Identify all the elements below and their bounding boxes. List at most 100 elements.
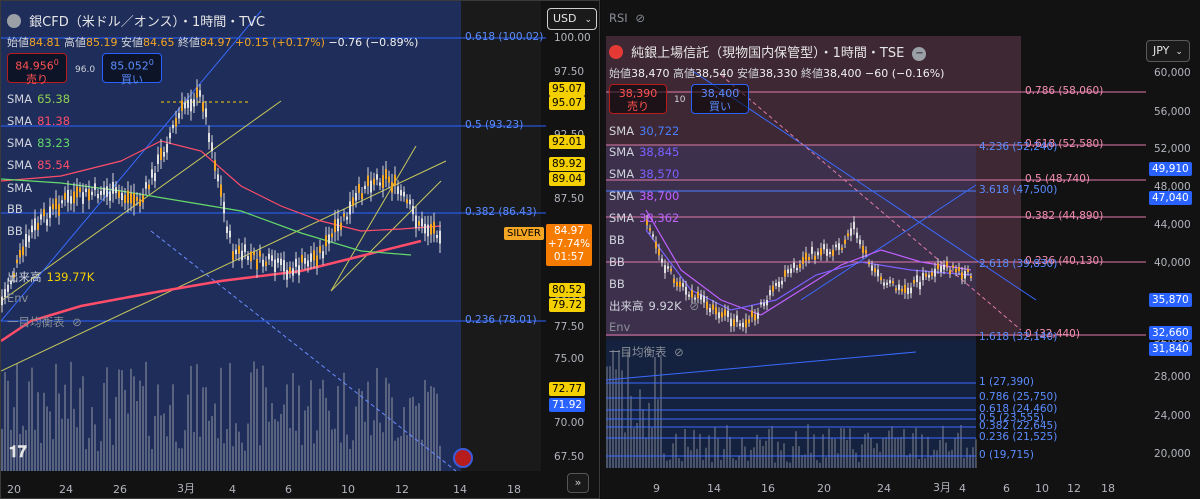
volume-bar xyxy=(666,460,668,468)
candle-body xyxy=(100,191,102,195)
sell-button[interactable]: 84.9560 売り xyxy=(7,53,67,86)
candle-body xyxy=(412,206,414,215)
indicator-row[interactable]: BB xyxy=(7,224,28,238)
candle-body xyxy=(226,226,228,233)
candle-body xyxy=(373,178,375,185)
time-tick-label: 6 xyxy=(1003,482,1010,495)
candle-body xyxy=(877,269,879,277)
rsi-legend[interactable]: RSI ⊘ xyxy=(609,11,645,25)
volume-bar xyxy=(394,440,396,471)
time-axis[interactable]: 9 14 16 20 24 3月 4 6 10 12 18 xyxy=(601,470,1146,499)
candle-body xyxy=(112,181,114,194)
volume-bar xyxy=(807,424,809,468)
volume-bar xyxy=(696,448,698,468)
volume-bar xyxy=(358,388,360,471)
candle-body xyxy=(913,280,915,284)
eye-hidden-icon[interactable]: ⊘ xyxy=(689,299,699,313)
candle-body xyxy=(127,190,129,204)
candle-body xyxy=(649,227,651,231)
indicator-row[interactable]: SMA 38,362 xyxy=(609,211,679,225)
volume-bar xyxy=(40,442,42,471)
fib-label: 2.618 (39,830) xyxy=(979,258,1058,270)
volume-bar xyxy=(157,384,159,471)
buy-button[interactable]: 85.0520 買い xyxy=(102,53,162,86)
eye-hidden-icon[interactable]: ⊘ xyxy=(674,345,684,359)
candle-body xyxy=(310,253,312,262)
indicator-row[interactable]: SMA 65.38 xyxy=(7,92,70,106)
env-legend[interactable]: Env xyxy=(7,291,28,305)
indicator-row[interactable]: SMA xyxy=(7,181,37,195)
indicator-row[interactable]: BB xyxy=(609,233,630,247)
silver-cfd-chart-panel[interactable]: 銀CFD（米ドル／オンス）・1時間・TVC 始値84.81 高値85.19 安値… xyxy=(0,0,600,499)
candle-body xyxy=(388,176,390,183)
candle-body xyxy=(94,183,96,190)
candle-body xyxy=(874,268,876,273)
candle-body xyxy=(682,283,684,287)
volume-bar xyxy=(972,447,974,468)
candle-body xyxy=(718,312,720,319)
price-tag: 95.07 xyxy=(549,82,586,96)
indicator-row[interactable]: SMA 30,722 xyxy=(609,124,679,138)
time-axis[interactable]: 20 24 26 3月 4 6 10 12 14 18 xyxy=(1,471,546,498)
indicator-row[interactable]: BB xyxy=(7,202,28,216)
minus-circle-icon[interactable]: − xyxy=(912,47,927,61)
indicator-row[interactable]: SMA 83.23 xyxy=(7,136,70,150)
volume-bar xyxy=(193,432,195,471)
volume-bar xyxy=(313,443,315,471)
indicator-row[interactable]: BB xyxy=(609,255,630,269)
volume-bar xyxy=(211,415,213,471)
ichimoku-legend[interactable]: 一目均衡表 ⊘ xyxy=(7,314,82,330)
volume-bar xyxy=(822,434,824,468)
price-tag: 80.52 xyxy=(549,283,586,297)
goto-realtime-button[interactable]: » xyxy=(567,473,589,493)
indicator-row[interactable]: SMA 38,700 xyxy=(609,189,679,203)
sell-button[interactable]: 38,390 売り xyxy=(609,84,667,114)
eye-hidden-icon[interactable]: ⊘ xyxy=(72,315,82,329)
volume-bar xyxy=(801,455,803,468)
indicator-name: SMA xyxy=(7,158,33,172)
env-legend[interactable]: Env xyxy=(609,320,630,334)
indicator-name: SMA xyxy=(609,211,635,225)
candle-body xyxy=(196,87,198,98)
indicator-name: SMA xyxy=(7,136,33,150)
candle-body xyxy=(865,250,867,254)
volume-bar xyxy=(58,393,60,471)
candle-body xyxy=(814,255,816,260)
volume-bar xyxy=(115,396,117,471)
volume-bar xyxy=(750,449,752,468)
indicator-name: SMA xyxy=(609,124,635,138)
ichimoku-legend[interactable]: 一目均衡表 ⊘ xyxy=(609,344,684,360)
tse-silver-chart-panel[interactable]: RSI ⊘ 純銀上場信託（現物国内保管型）・1時間・TSE − 始値38,470… xyxy=(601,0,1200,499)
candle-body xyxy=(328,234,330,244)
symbol-title[interactable]: 純銀上場信託（現物国内保管型）・1時間・TSE − xyxy=(609,42,927,61)
indicator-value: 85.54 xyxy=(37,158,71,172)
candle-body xyxy=(895,288,897,291)
volume-bar xyxy=(633,428,635,468)
candle-body xyxy=(298,265,300,276)
candle-body xyxy=(64,192,66,200)
volume-bar xyxy=(304,410,306,471)
indicator-row[interactable]: SMA 81.38 xyxy=(7,114,70,128)
candle-body xyxy=(943,264,945,270)
indicator-row[interactable]: SMA 38,845 xyxy=(609,145,679,159)
buy-button[interactable]: 38,400 買い xyxy=(691,84,749,114)
volume-bar xyxy=(277,421,279,471)
indicator-row[interactable]: SMA 85.54 xyxy=(7,158,70,172)
indicator-row[interactable]: BB xyxy=(609,277,630,291)
candle-body xyxy=(352,197,354,207)
volume-bar xyxy=(741,437,743,468)
volume-bar xyxy=(612,349,614,468)
price-axis[interactable]: 60,00056,00052,00048,00044,00040,00036,0… xyxy=(1146,0,1200,499)
eye-hidden-icon[interactable]: ⊘ xyxy=(635,11,645,25)
volume-bar xyxy=(660,356,662,468)
candle-body xyxy=(952,265,954,268)
candle-body xyxy=(265,261,267,266)
volume-bar xyxy=(52,439,54,471)
symbol-title[interactable]: 銀CFD（米ドル／オンス）・1時間・TVC xyxy=(7,11,265,30)
indicator-value: 81.38 xyxy=(37,114,71,128)
left-chart-canvas[interactable] xyxy=(1,1,600,499)
candle-body xyxy=(967,268,969,273)
price-tick-label: 87.50 xyxy=(554,193,585,205)
indicator-row[interactable]: SMA 38,570 xyxy=(609,167,679,181)
candle-body xyxy=(853,221,855,230)
